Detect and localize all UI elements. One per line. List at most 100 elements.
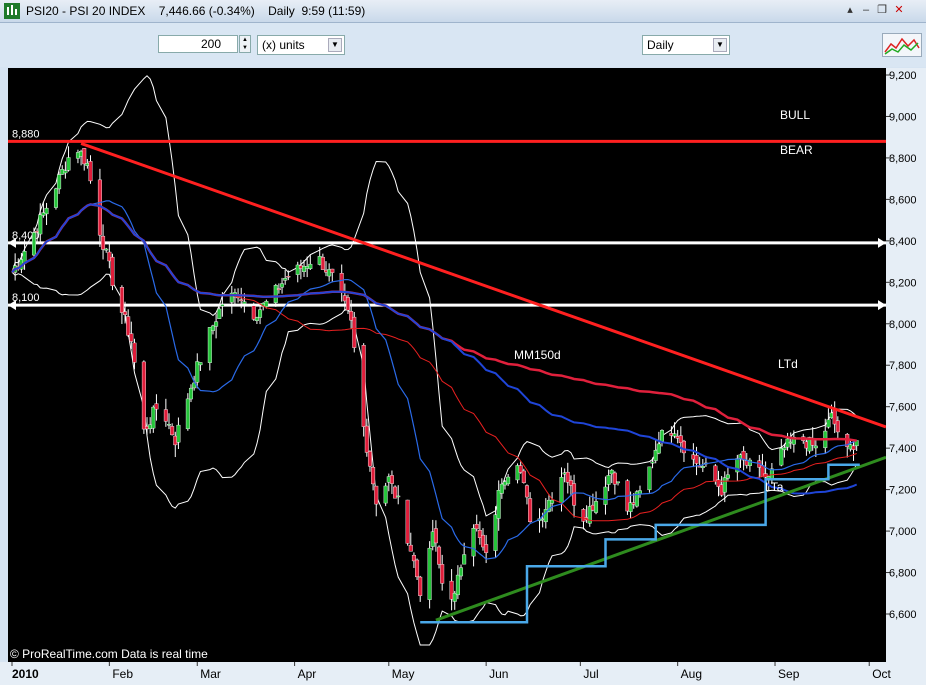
level-label: 8,880 <box>12 128 40 140</box>
arrow-right-icon <box>878 300 886 311</box>
candle-body <box>44 207 49 215</box>
candle-body <box>725 474 730 479</box>
x-tick-label: Apr <box>298 667 317 681</box>
candle-body <box>367 451 372 467</box>
candle-body <box>66 157 71 171</box>
candle-body <box>499 483 504 494</box>
candle-body <box>647 466 652 491</box>
candle-body <box>198 362 203 366</box>
candle-body <box>217 308 222 319</box>
candle-body <box>123 311 128 315</box>
candle-body <box>713 465 718 482</box>
candle-body <box>185 398 190 430</box>
candle-body <box>82 148 87 165</box>
candle-body <box>835 420 840 433</box>
y-tick-label: 7,200 <box>889 485 917 497</box>
candle-body <box>371 467 376 485</box>
candle-body <box>101 235 106 250</box>
y-tick-label: 8,800 <box>889 153 917 165</box>
candle-body <box>254 317 259 321</box>
candle-body <box>521 470 526 483</box>
candle-body <box>437 546 442 565</box>
y-tick-label: 7,800 <box>889 360 917 372</box>
candle-body <box>280 283 285 288</box>
candle-body <box>176 424 181 443</box>
candle-body <box>364 425 369 453</box>
candle-body <box>286 276 291 278</box>
candle-body <box>418 576 423 596</box>
candle-body <box>132 342 137 363</box>
x-tick-label: Oct <box>872 667 891 681</box>
x-tick-label: Feb <box>112 667 133 681</box>
candle-body <box>594 501 599 513</box>
candle-body <box>258 309 263 318</box>
candle-body <box>239 299 244 302</box>
candle-body <box>455 574 460 596</box>
candle-body <box>650 461 655 464</box>
candle-body <box>440 564 445 584</box>
candle-body <box>339 273 344 293</box>
candle-body <box>170 426 175 436</box>
candle-body <box>851 445 856 450</box>
candle-body <box>320 256 325 270</box>
candle-body <box>104 248 109 251</box>
candle-body <box>681 440 686 454</box>
candle-body <box>415 559 420 578</box>
candle-body <box>214 321 219 327</box>
candle-body <box>606 475 611 485</box>
candle-body <box>53 188 58 208</box>
candle-body <box>672 433 677 437</box>
candle-body <box>782 447 787 451</box>
candle-body <box>528 498 533 522</box>
x-tick-label: Sep <box>778 667 800 681</box>
level-label: 8,100 <box>12 292 40 304</box>
candle-body <box>154 403 159 410</box>
bollinger-lower <box>11 271 858 646</box>
y-tick-label: 8,400 <box>889 236 917 248</box>
x-tick-label: Mar <box>200 667 221 681</box>
candle-body <box>462 554 467 565</box>
candle-body <box>166 424 171 426</box>
candle-body <box>188 387 193 400</box>
annotation-label: MM150d <box>514 348 561 362</box>
candle-body <box>694 455 699 464</box>
candle-body <box>308 263 313 269</box>
candle-body <box>345 297 350 311</box>
y-tick-label: 7,400 <box>889 443 917 455</box>
y-tick-label: 7,600 <box>889 402 917 414</box>
y-tick-label: 8,200 <box>889 277 917 289</box>
candle-body <box>242 301 247 304</box>
candle-body <box>207 327 212 363</box>
candle-body <box>126 316 131 336</box>
y-tick-label: 9,000 <box>889 111 917 123</box>
x-tick-label: Jul <box>583 667 598 681</box>
candle-body <box>276 288 281 291</box>
candle-body <box>471 528 476 557</box>
candle-body <box>493 514 498 551</box>
plot-layer: 8,8808,4008,100BULLBEARMM150dLTdLTa© Pro… <box>8 75 886 661</box>
candle-body <box>330 268 335 273</box>
candle-body <box>826 419 831 428</box>
candle-body <box>484 544 489 553</box>
candle-body <box>57 174 62 190</box>
candle-body <box>616 481 621 484</box>
candle-body <box>31 232 36 256</box>
candle-body <box>88 161 93 182</box>
candle-body <box>506 476 511 485</box>
candle-body <box>659 429 664 442</box>
candle-body <box>405 499 410 544</box>
price-chart[interactable]: 9,200 9,000 8,800 8,600 8,400 8,200 8,000 7,800… <box>0 0 926 685</box>
x-tick-label: Aug <box>681 667 702 681</box>
candle-body <box>129 333 134 342</box>
arrow-right-icon <box>878 237 886 248</box>
candle-body <box>63 170 68 174</box>
candle-body <box>408 544 413 552</box>
candle-body <box>141 361 146 430</box>
candle-body <box>656 443 661 454</box>
candle-body <box>396 495 401 498</box>
candle-body <box>459 567 464 577</box>
x-tick-label: 2010 <box>12 667 39 681</box>
candle-body <box>283 278 288 281</box>
candle-body <box>383 485 388 504</box>
candle-body <box>700 466 705 469</box>
